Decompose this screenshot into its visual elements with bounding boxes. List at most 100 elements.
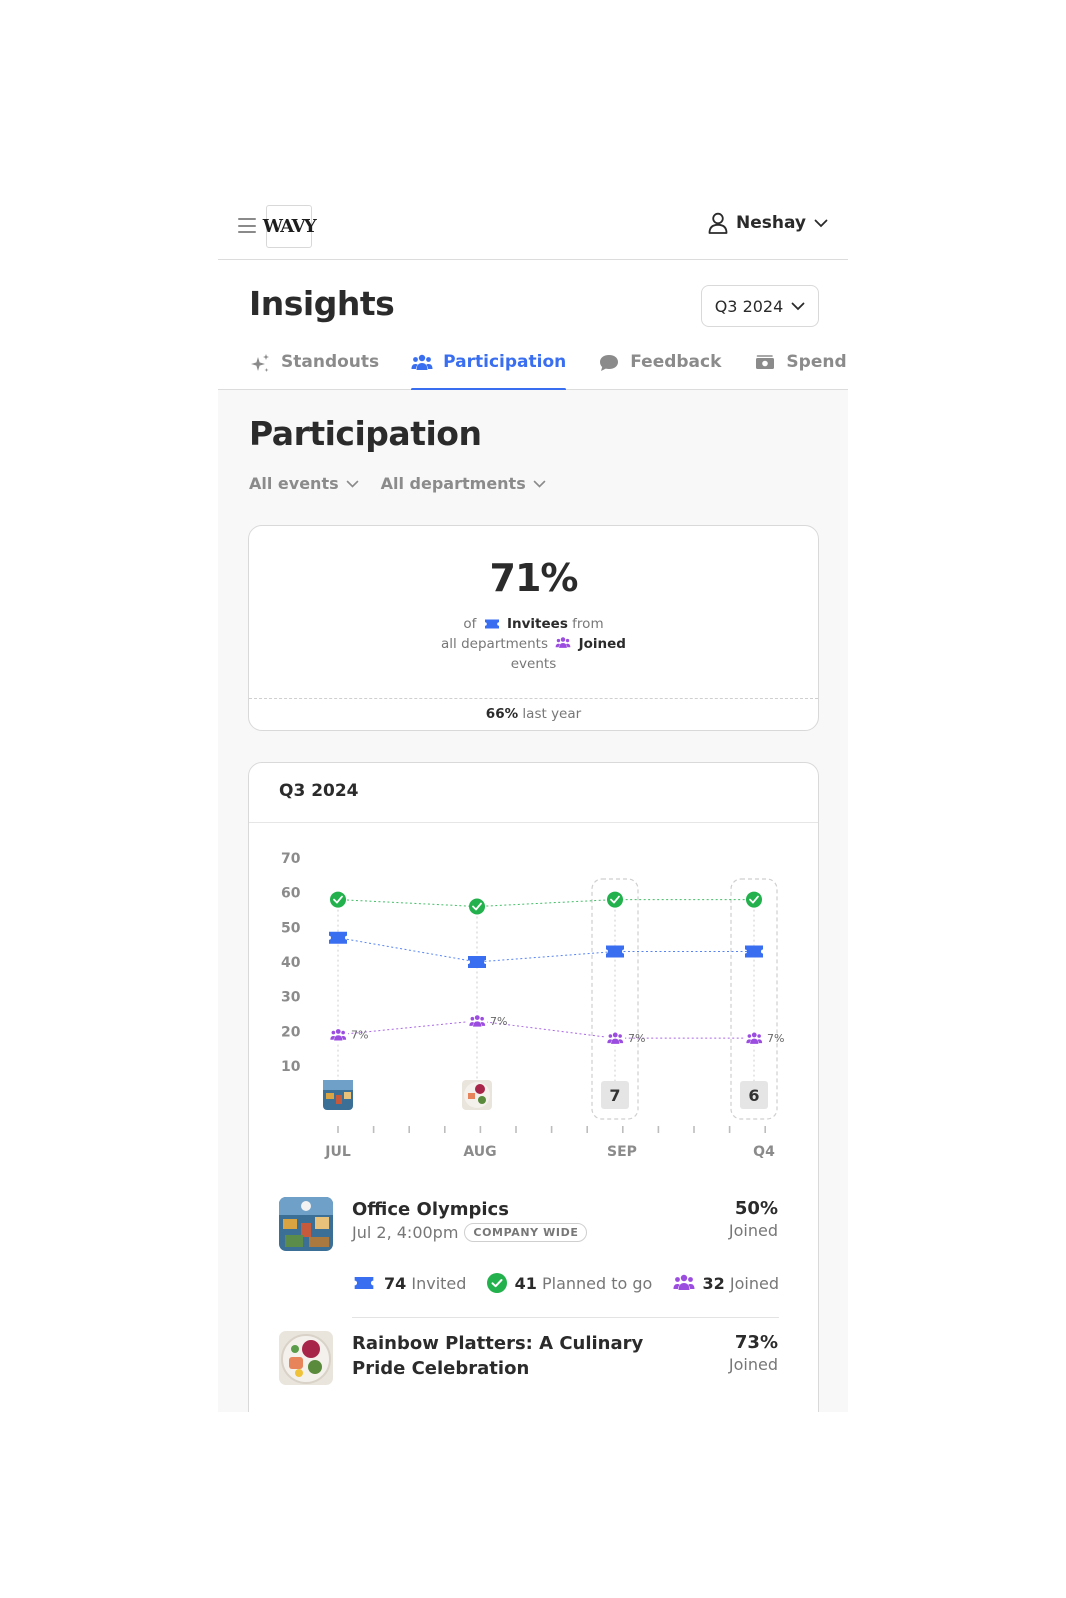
tab-standouts[interactable]: Standouts <box>249 348 379 390</box>
y-tick-label: 20 <box>281 1024 301 1040</box>
app-screen: WAVY Neshay Insights Q3 2024 Standouts P… <box>218 190 848 1412</box>
event-photo-marker[interactable] <box>462 1080 492 1110</box>
insights-header: Insights Q3 2024 Standouts Participation… <box>218 260 848 391</box>
planned-label: Planned to go <box>541 1273 653 1293</box>
participation-line-chart: 70 60 50 40 30 20 10 7% 7% 7% 7% 7 6 JUL AUG SEP Q4 <box>281 851 784 1160</box>
event-pct-label: Joined <box>728 1355 778 1374</box>
event-thumbnail <box>279 1331 333 1385</box>
summary-invitees: Invitees <box>507 616 568 632</box>
event-thumbnail <box>279 1197 333 1251</box>
participation-content: Participation All events All departments… <box>218 390 848 1412</box>
joined-percent-label: 7% <box>351 1029 368 1042</box>
last-year-comparison: 66% last year <box>249 698 818 730</box>
participation-percent: 71% <box>489 556 579 600</box>
people-marker <box>605 1029 625 1047</box>
y-tick-label: 40 <box>281 955 301 971</box>
invited-stat: 74 Invited <box>352 1273 466 1293</box>
y-tick-label: 10 <box>281 1059 301 1075</box>
event-date-row: Jul 2, 4:00pm COMPANY WIDE <box>352 1223 588 1242</box>
event-joined-percent: 50% Joined <box>729 1197 778 1241</box>
last-year-value: 66% <box>485 706 519 722</box>
section-title: Participation <box>249 414 482 453</box>
joined-percent-label: 7% <box>490 1015 507 1028</box>
top-bar: WAVY Neshay <box>218 190 848 260</box>
summary-text: of <box>463 616 477 632</box>
people-icon <box>673 1274 695 1290</box>
event-pct-value: 50% <box>734 1198 778 1219</box>
people-marker <box>744 1029 764 1047</box>
x-tick-label: AUG <box>463 1144 496 1160</box>
user-name: Neshay <box>735 213 806 233</box>
y-tick-label: 70 <box>281 851 301 867</box>
user-icon <box>708 212 728 234</box>
tab-feedback[interactable]: Feedback <box>598 348 721 390</box>
last-year-label: last year <box>522 706 582 722</box>
people-marker <box>328 1026 348 1043</box>
y-tick-label: 30 <box>281 990 301 1006</box>
x-tick-label: JUL <box>324 1144 351 1160</box>
departments-filter[interactable]: All departments <box>381 474 546 493</box>
filter-bar: All events All departments <box>249 474 546 493</box>
invited-label: Invited <box>411 1273 467 1293</box>
event-joined-percent: 73% Joined <box>729 1331 778 1375</box>
events-filter-label: All events <box>249 474 339 493</box>
tab-bar: Standouts Participation Feedback Spend <box>249 348 847 391</box>
cash-icon <box>756 355 775 369</box>
chevron-down-icon <box>533 480 546 488</box>
ticket-marker <box>329 931 347 944</box>
joined-count: 32 <box>702 1273 725 1293</box>
tab-label: Spend <box>786 352 847 372</box>
chart-card-title: Q3 2024 <box>249 763 818 823</box>
y-tick-label: 60 <box>281 886 301 902</box>
tab-label: Participation <box>443 352 567 372</box>
y-tick-label: 50 <box>281 920 301 936</box>
period-select[interactable]: Q3 2024 <box>701 285 819 327</box>
check-circle-icon <box>486 1273 507 1293</box>
period-value: Q3 2024 <box>714 296 784 316</box>
series-line <box>337 899 754 908</box>
series-line <box>337 937 754 963</box>
joined-percent-label: 7% <box>767 1032 784 1045</box>
event-date: Jul 2, 4:00pm <box>352 1223 459 1242</box>
check-marker <box>746 891 762 908</box>
ticket-marker <box>745 945 763 958</box>
chevron-down-icon <box>346 480 358 488</box>
ticket-marker <box>606 945 624 958</box>
summary-text: all departments <box>441 636 548 652</box>
joined-label: Joined <box>729 1273 779 1293</box>
x-tick-label: Q4 <box>753 1144 775 1160</box>
ticket-icon <box>354 1277 374 1289</box>
event-count-label: 7 <box>609 1086 620 1105</box>
tab-spend[interactable]: Spend <box>754 348 847 390</box>
sparkle-icon <box>251 354 269 372</box>
participation-summary-card: 71% of Invitees from all departments Joi… <box>248 525 819 731</box>
event-photo-marker[interactable] <box>323 1080 353 1110</box>
user-menu[interactable]: Neshay <box>708 212 828 234</box>
check-marker <box>330 891 346 908</box>
planned-stat: 41 Planned to go <box>486 1273 653 1293</box>
invited-count: 74 <box>384 1273 407 1293</box>
page-title: Insights <box>249 284 395 323</box>
participation-chart-card: Q3 2024 70 60 50 40 30 20 10 7% 7% 7% 7% 7 6 JUL AUG SE… <box>248 762 819 1412</box>
planned-count: 41 <box>514 1273 537 1293</box>
event-pct-label: Joined <box>728 1221 778 1240</box>
summary-description: of Invitees from all departments Joined … <box>249 614 818 674</box>
wavy-logo[interactable]: WAVY <box>263 205 317 248</box>
joined-percent-label: 7% <box>628 1032 645 1045</box>
people-marker <box>467 1012 487 1029</box>
check-marker <box>607 891 623 908</box>
people-icon <box>411 354 433 370</box>
chat-bubble-icon <box>600 355 619 371</box>
hamburger-menu-icon[interactable] <box>238 218 256 233</box>
event-title: Rainbow Platters: A Culinary Pride Celeb… <box>352 1333 644 1379</box>
series-line <box>337 1020 754 1039</box>
events-filter[interactable]: All events <box>249 474 359 493</box>
chevron-down-icon <box>791 302 805 310</box>
event-count-label: 6 <box>748 1086 759 1105</box>
ticket-icon <box>484 619 499 629</box>
event-stats: 74 Invited 41 Planned to go 32 Joined <box>352 1273 779 1293</box>
tab-participation[interactable]: Participation <box>411 348 567 391</box>
summary-joined: Joined <box>578 636 626 652</box>
event-title: Office Olympics <box>352 1199 509 1220</box>
tab-label: Standouts <box>281 352 380 372</box>
